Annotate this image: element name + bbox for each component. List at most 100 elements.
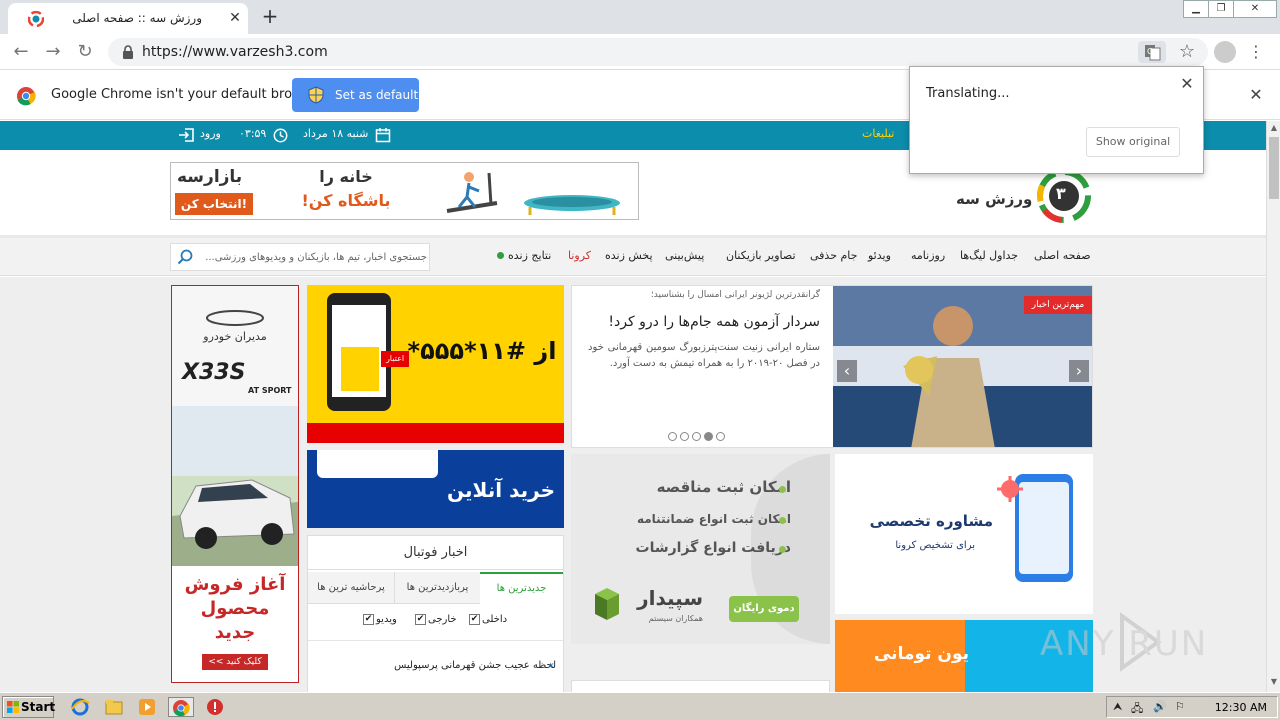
- corona-consult-ad[interactable]: مشاوره تخصصی برای تشخیص کرونا: [835, 454, 1093, 614]
- reload-button[interactable]: ↻: [74, 41, 96, 63]
- nav-corona[interactable]: کرونا: [568, 249, 591, 262]
- page-scrollbar[interactable]: ▲ ▼: [1266, 121, 1280, 692]
- nav-live-results[interactable]: نتایج زنده: [508, 249, 551, 262]
- news-item[interactable]: لحظه عجیب جشن قهرمانی پرسپولیس: [318, 660, 556, 671]
- explorer-icon[interactable]: [104, 697, 124, 717]
- slider-dot[interactable]: [692, 432, 701, 441]
- featured-kicker: گرانقدرترین لژیونر ایرانی امسال را بشناس…: [650, 290, 820, 300]
- translate-close-icon[interactable]: ✕: [1178, 75, 1196, 93]
- filter-domestic-checkbox[interactable]: ✔: [469, 614, 480, 625]
- watermark-text: ANY RUN: [1040, 624, 1209, 664]
- tray-expand-icon[interactable]: ⮝: [1113, 700, 1122, 714]
- slider-dot[interactable]: [704, 432, 713, 441]
- varzesh3-logo[interactable]: ورزش سه ٣: [952, 166, 1097, 226]
- set-default-button[interactable]: Set as default: [292, 78, 419, 112]
- url-text[interactable]: https://www.varzesh3.com: [142, 44, 328, 60]
- sepidar-ad[interactable]: امکان ثبت مناقصه امکان ثبت انواع ضمانتنا…: [571, 454, 830, 644]
- search-box[interactable]: [170, 243, 430, 271]
- title-bar: ورزش سه :: صفحه اصلی ✕ + ▁ ❐ ✕: [0, 0, 1280, 34]
- network-icon[interactable]: 🖧: [1131, 700, 1143, 719]
- consult-subtitle: برای تشخیص کرونا: [895, 540, 975, 551]
- nav-newspaper[interactable]: روزنامه: [911, 249, 945, 262]
- tab-newest[interactable]: جدیدترین ها: [480, 572, 563, 604]
- tab-most-controversial[interactable]: پرحاشیه ترین ها: [308, 572, 394, 604]
- nav-video[interactable]: ویدئو: [868, 249, 891, 262]
- chrome-logo-icon: [16, 86, 36, 106]
- bazarse-banner-ad[interactable]: بازارسه انتخاب کن! خانه را باشگاه کن!: [170, 162, 639, 220]
- filter-foreign-checkbox[interactable]: ✔: [415, 614, 426, 625]
- consult-phone-screen: [1019, 482, 1069, 574]
- filter-domestic-label: داخلی: [482, 614, 508, 625]
- chrome-taskbar-icon[interactable]: [168, 697, 194, 717]
- tab-most-viewed[interactable]: پربازدیدترین ها: [394, 572, 480, 604]
- minimize-button[interactable]: ▁: [1183, 0, 1209, 18]
- ads-link[interactable]: تبلیغات: [862, 127, 894, 140]
- lock-icon[interactable]: [122, 45, 134, 59]
- featured-slider[interactable]: مهم‌ترین اخبار ‹ › گرانقدرترین لژیونر ای…: [571, 285, 1093, 448]
- ad-red-strip: [307, 423, 564, 443]
- toman-text: یون تومانی: [873, 644, 969, 664]
- bullet-3: [779, 546, 786, 553]
- live-indicator-dot: [497, 252, 504, 259]
- car-ad[interactable]: مدیران خودرو X33S AT SPORT آغاز فروش محص…: [171, 285, 299, 683]
- sepidar-demo-button[interactable]: دموی رایگان: [729, 596, 799, 622]
- start-label: Start: [21, 700, 56, 714]
- nav-league-tables[interactable]: جداول لیگ‌ها: [960, 249, 1018, 262]
- nav-home[interactable]: صفحه اصلی: [1034, 249, 1091, 262]
- online-purchase-text: خرید آنلاین: [447, 478, 555, 502]
- address-bar[interactable]: https://www.varzesh3.com G ☆: [108, 38, 1208, 66]
- login-icon[interactable]: [178, 127, 196, 143]
- bookmark-star-icon[interactable]: ☆: [1176, 41, 1198, 63]
- site-time: ۰۳:۵۹: [239, 127, 267, 140]
- translate-status: Translating...: [926, 86, 1010, 101]
- slider-dot[interactable]: [716, 432, 725, 441]
- featured-badge: مهم‌ترین اخبار: [1024, 296, 1092, 314]
- start-button[interactable]: Start: [2, 696, 56, 718]
- stop-icon[interactable]: [205, 697, 225, 717]
- nav-predictions[interactable]: پیش‌بینی: [665, 249, 704, 262]
- slider-next-icon[interactable]: ›: [1069, 360, 1089, 382]
- restore-button[interactable]: ❐: [1208, 0, 1234, 18]
- back-button[interactable]: ←: [10, 41, 32, 63]
- filter-foreign-label: خارجی: [428, 614, 457, 625]
- system-tray: ⮝ 🖧 🔊 ⚐ 12:30 AM: [1106, 696, 1278, 718]
- nav-live-stream[interactable]: پخش زنده: [605, 249, 653, 262]
- set-default-label: Set as default: [335, 88, 419, 102]
- new-tab-button[interactable]: +: [258, 5, 282, 29]
- login-link[interactable]: ورود: [200, 127, 221, 140]
- tab-close-icon[interactable]: ✕: [226, 9, 244, 27]
- scroll-down-icon[interactable]: ▼: [1269, 677, 1279, 687]
- sepidar-logo-icon: [591, 586, 623, 626]
- search-input[interactable]: [199, 244, 427, 270]
- anyrun-watermark: ANY RUN: [1040, 606, 1240, 678]
- scroll-thumb[interactable]: [1269, 137, 1279, 199]
- browser-tab[interactable]: ورزش سه :: صفحه اصلی ✕: [8, 3, 248, 34]
- forward-button[interactable]: →: [42, 41, 64, 63]
- filter-video-checkbox[interactable]: ✔: [363, 614, 374, 625]
- media-player-icon[interactable]: [137, 697, 157, 717]
- taskbar-clock[interactable]: 12:30 AM: [1215, 701, 1267, 714]
- scroll-up-icon[interactable]: ▲: [1269, 123, 1279, 133]
- online-purchase-ad[interactable]: خرید آنلاین: [307, 450, 564, 528]
- infobar-close-icon[interactable]: ✕: [1248, 86, 1264, 104]
- flag-icon[interactable]: ⚐: [1175, 700, 1185, 713]
- sim-charge-ad[interactable]: اعتبار از #۱۱*۵۵۵*: [307, 285, 564, 443]
- show-original-button[interactable]: Show original: [1086, 127, 1180, 157]
- slider-dot[interactable]: [668, 432, 677, 441]
- news-chevron-icon: «: [548, 660, 555, 671]
- close-window-button[interactable]: ✕: [1233, 0, 1277, 18]
- volume-icon[interactable]: 🔊: [1153, 700, 1167, 713]
- ie-icon[interactable]: [70, 697, 90, 717]
- slider-dot[interactable]: [680, 432, 689, 441]
- featured-body: ستاره ایرانی زنیت سنت‌پترزبورگ سومین قهر…: [588, 342, 820, 369]
- featured-title[interactable]: سردار آزمون همه جام‌ها را درو کرد!: [580, 314, 820, 330]
- slider-prev-icon[interactable]: ‹: [837, 360, 857, 382]
- nav-player-photos[interactable]: تصاویر بازیکنان: [726, 249, 796, 262]
- menu-icon[interactable]: ⋮: [1248, 41, 1264, 63]
- translate-icon[interactable]: G: [1138, 41, 1166, 63]
- search-icon[interactable]: [177, 249, 193, 265]
- banner-cta: انتخاب کن!: [175, 193, 253, 215]
- car-cta[interactable]: کلیک کنید >>: [202, 654, 268, 670]
- nav-cup[interactable]: جام حذفی: [810, 249, 857, 262]
- profile-avatar[interactable]: [1214, 41, 1236, 63]
